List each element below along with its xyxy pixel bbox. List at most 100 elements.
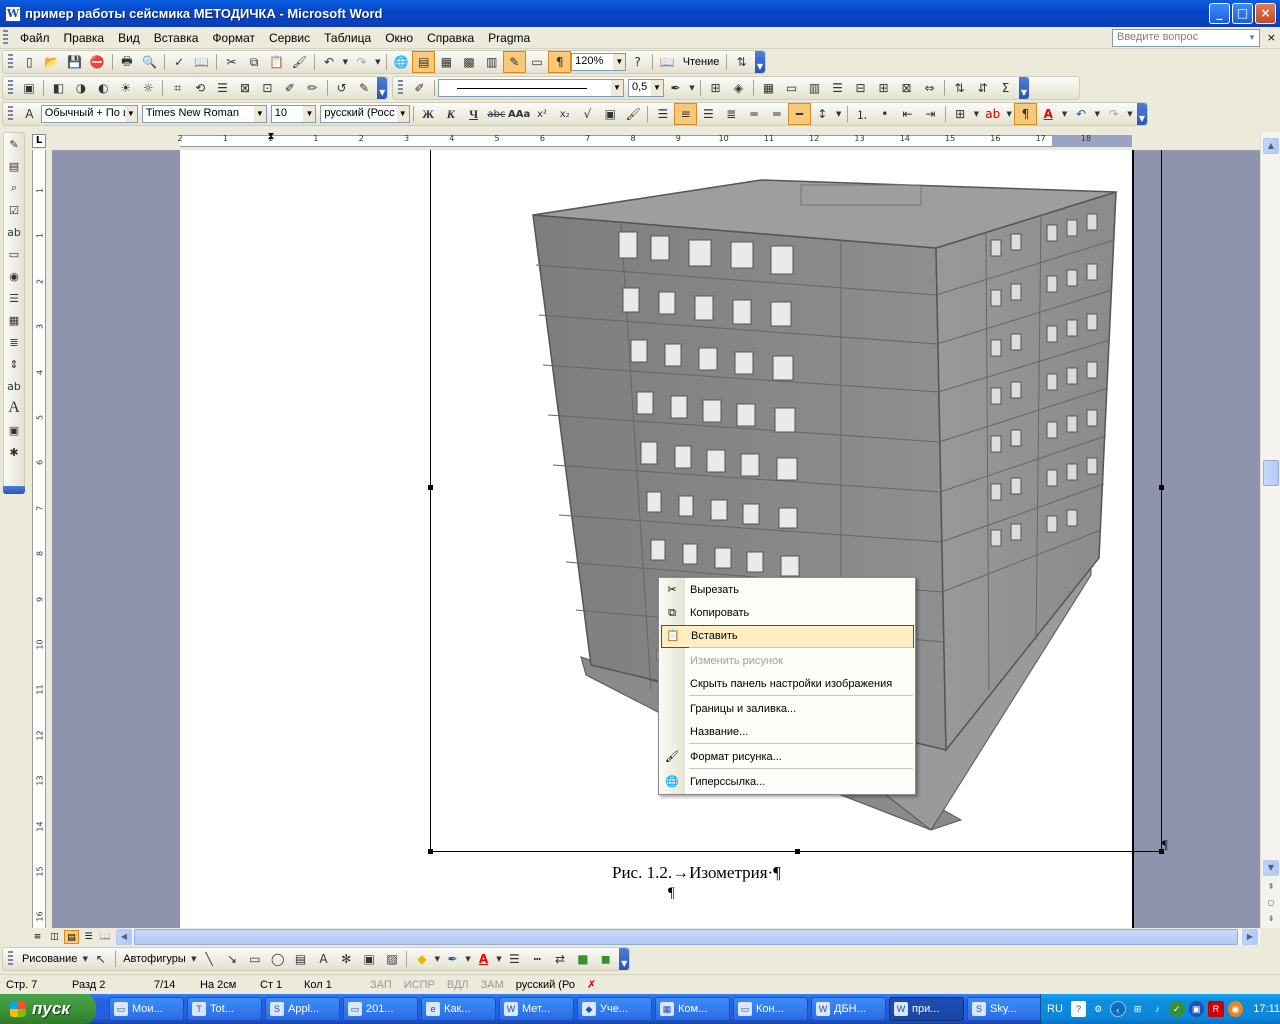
- context-hyperlink[interactable]: 🌐 Гиперссылка...: [659, 771, 915, 794]
- checkbox-icon[interactable]: ☑: [4, 199, 24, 221]
- columns-icon[interactable]: ▥: [480, 51, 503, 73]
- menu-format[interactable]: Формат: [205, 31, 262, 45]
- more-contrast-icon[interactable]: ◑: [70, 77, 92, 99]
- resize-handle[interactable]: [1159, 485, 1164, 490]
- ru-icon[interactable]: R: [1208, 1001, 1224, 1017]
- arrow-icon[interactable]: ↘: [221, 948, 244, 970]
- new-document-icon[interactable]: ▯: [18, 51, 41, 73]
- insert-image-icon[interactable]: ▣: [599, 103, 622, 125]
- scroll-right-button[interactable]: ▶: [1242, 929, 1258, 945]
- subscript-button[interactable]: x₂: [553, 103, 576, 125]
- picture-icon[interactable]: ▨: [381, 948, 404, 970]
- status-extend[interactable]: ВДЛ: [441, 979, 475, 991]
- chevron-down-icon[interactable]: ▼: [651, 80, 663, 96]
- taskbar-item[interactable]: e Как...: [421, 997, 496, 1021]
- toolbar-options-icon[interactable]: ▼: [755, 51, 765, 73]
- outside-border-icon[interactable]: ⊞: [949, 103, 972, 125]
- document-area[interactable]: ¶ Рис. 1.2.→Изометрия·¶ ¶: [52, 150, 1260, 928]
- tools-icon[interactable]: ✱: [4, 441, 24, 463]
- shadow-icon[interactable]: ■: [571, 948, 594, 970]
- search-icon[interactable]: ⌕: [4, 177, 24, 199]
- scrollbar-thumb[interactable]: [134, 929, 1238, 945]
- undo-icon[interactable]: ↶: [318, 51, 341, 73]
- insert-picture-icon[interactable]: ▣: [18, 77, 40, 99]
- context-format-picture[interactable]: 🖌 Формат рисунка...: [659, 746, 915, 769]
- set-transparent-icon[interactable]: ✏: [301, 77, 323, 99]
- line-color-icon[interactable]: ✒: [441, 948, 464, 970]
- scrollbar-thumb[interactable]: [1263, 460, 1279, 486]
- toolbar-grip[interactable]: [3, 29, 8, 46]
- style-select[interactable]: Обычный + По ц ▼: [40, 105, 138, 123]
- rectangle-icon[interactable]: ▭: [243, 948, 266, 970]
- line-style-icon[interactable]: ☰: [211, 77, 233, 99]
- show-hide-icon[interactable]: ¶: [1014, 103, 1037, 125]
- toolbar-grip[interactable]: [8, 54, 13, 70]
- wordart-icon[interactable]: A: [312, 948, 335, 970]
- all-caps-button[interactable]: AAa: [508, 103, 531, 125]
- chevron-down-icon[interactable]: ▼: [396, 106, 409, 122]
- zoom-select[interactable]: 120% ▼: [571, 53, 627, 71]
- normal-view-icon[interactable]: ≡: [30, 930, 45, 944]
- status-track-changes[interactable]: ИСПР: [398, 979, 441, 991]
- table-autoformat-icon[interactable]: ⊠: [895, 77, 918, 99]
- spelling-icon[interactable]: ✓: [168, 51, 191, 73]
- menu-edit[interactable]: Правка: [57, 31, 112, 45]
- format-picture-icon[interactable]: ✐: [279, 77, 301, 99]
- insert-table-icon[interactable]: ▦: [435, 51, 458, 73]
- list-icon[interactable]: ☰: [4, 287, 24, 309]
- clock-settings-icon[interactable]: ⚙: [1090, 1001, 1106, 1017]
- taskbar-item[interactable]: S Appl...: [265, 997, 340, 1021]
- text-field-icon[interactable]: ab: [4, 221, 24, 243]
- document-close-button[interactable]: ×: [1267, 31, 1276, 44]
- scroll-up-button[interactable]: ▲: [1263, 138, 1279, 154]
- select-browse-object-icon[interactable]: ○: [1263, 896, 1279, 912]
- autosum-icon[interactable]: Σ: [994, 77, 1017, 99]
- properties-icon[interactable]: ▤: [4, 155, 24, 177]
- insert-table-icon[interactable]: ▦: [757, 77, 780, 99]
- cut-icon[interactable]: ✂: [220, 51, 243, 73]
- chevron-down-icon[interactable]: ▼: [687, 77, 697, 99]
- horizontal-line-icon[interactable]: ━: [788, 103, 811, 125]
- oval-icon[interactable]: ◯: [266, 948, 289, 970]
- bold-button[interactable]: Ж: [417, 103, 440, 125]
- drawing-icon[interactable]: ✎: [503, 51, 526, 73]
- taskbar-item[interactable]: ◆ Уче...: [577, 997, 652, 1021]
- toolbar-grip[interactable]: [398, 80, 403, 96]
- scroll-left-button[interactable]: ◀: [116, 929, 132, 945]
- menu-tools[interactable]: Сервис: [262, 31, 317, 45]
- permission-icon[interactable]: ⛔: [86, 51, 109, 73]
- textbox-icon[interactable]: ▭: [4, 243, 24, 265]
- reading-icon[interactable]: 📖: [656, 51, 679, 73]
- distribute-rows-icon[interactable]: ⊟: [849, 77, 872, 99]
- start-button[interactable]: пуск: [0, 994, 96, 1024]
- more-brightness-icon[interactable]: ☀: [115, 77, 137, 99]
- line-spacing-icon[interactable]: ↕: [811, 103, 834, 125]
- chevron-down-icon[interactable]: ▼: [81, 948, 89, 970]
- document-map-icon[interactable]: ▭: [526, 51, 549, 73]
- italic-button[interactable]: К: [439, 103, 462, 125]
- border-color-icon[interactable]: ✒: [664, 77, 687, 99]
- chevron-down-icon[interactable]: ▼: [124, 106, 137, 122]
- minimize-button[interactable]: _: [1209, 3, 1230, 24]
- highlight-icon[interactable]: ab: [981, 103, 1004, 125]
- font-color-icon[interactable]: A: [472, 948, 495, 970]
- chevron-down-icon[interactable]: ▼: [834, 103, 844, 125]
- document-page[interactable]: ¶ Рис. 1.2.→Изометрия·¶ ¶: [180, 150, 1168, 928]
- image-icon[interactable]: ▣: [4, 419, 24, 441]
- spelling-status-icon[interactable]: ✗: [581, 978, 602, 991]
- ok-icon[interactable]: ◉: [1227, 1001, 1244, 1017]
- close-button[interactable]: ×: [1255, 3, 1276, 24]
- superscript-button[interactable]: x²: [531, 103, 554, 125]
- decrease-indent-icon[interactable]: ⇤: [896, 103, 919, 125]
- chevron-down-icon[interactable]: ▼: [1092, 103, 1102, 125]
- increase-indent-icon[interactable]: ⇥: [919, 103, 942, 125]
- font-size-select[interactable]: 10 ▼: [270, 105, 317, 123]
- sort-icon[interactable]: ⇅: [730, 51, 753, 73]
- text-wrap-icon[interactable]: ⊡: [256, 77, 278, 99]
- bullets-icon[interactable]: •: [873, 103, 896, 125]
- crop-icon[interactable]: ⌗: [166, 77, 188, 99]
- menu-table[interactable]: Таблица: [317, 31, 378, 45]
- print-layout-icon[interactable]: ▤: [64, 930, 79, 944]
- language-indicator[interactable]: RU: [1047, 1003, 1063, 1015]
- distributed-icon[interactable]: ═: [743, 103, 766, 125]
